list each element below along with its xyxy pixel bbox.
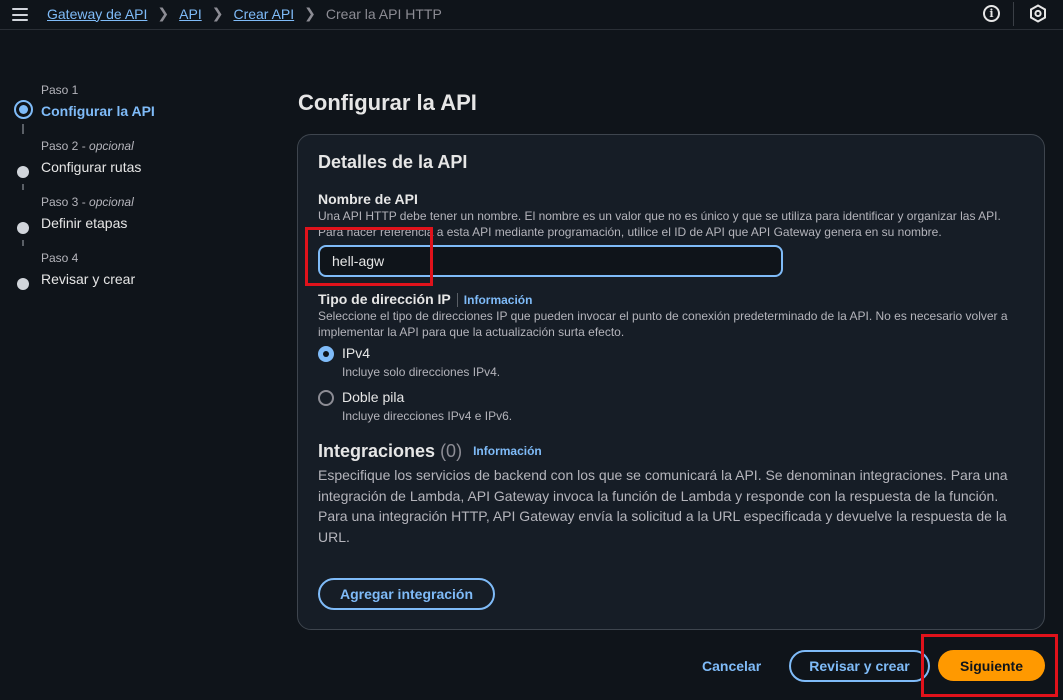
wizard-steps: Paso 1 Configurar la API Paso 2 - opcion… bbox=[14, 80, 264, 304]
next-button[interactable]: Siguiente bbox=[938, 650, 1045, 681]
step-title[interactable]: Revisar y crear bbox=[41, 269, 264, 289]
add-integration-button[interactable]: Agregar integración bbox=[318, 578, 495, 610]
radio-dual-stack[interactable] bbox=[318, 390, 334, 406]
chevron-right-icon: ❯ bbox=[304, 5, 316, 21]
ip-type-label: Tipo de dirección IP Información bbox=[318, 291, 533, 308]
step-1[interactable]: Paso 1 Configurar la API bbox=[14, 80, 264, 136]
radio-dual-stack-description: Incluye direcciones IPv4 e IPv6. bbox=[342, 409, 513, 423]
ip-type-description: Seleccione el tipo de direcciones IP que… bbox=[318, 309, 1008, 339]
api-name-label: Nombre de API bbox=[318, 191, 418, 207]
hamburger-menu-icon[interactable] bbox=[12, 8, 28, 21]
step-number: Paso 2 - opcional bbox=[41, 139, 134, 153]
step-indicator-icon bbox=[17, 278, 29, 290]
breadcrumb-current: Crear la API HTTP bbox=[325, 5, 442, 22]
radio-ipv4[interactable] bbox=[318, 346, 334, 362]
step-number: Paso 4 bbox=[41, 251, 79, 265]
topbar-divider bbox=[1013, 2, 1014, 26]
step-2[interactable]: Paso 2 - opcional Configurar rutas bbox=[14, 136, 264, 192]
radio-ipv4-description: Incluye solo direcciones IPv4. bbox=[342, 365, 501, 379]
integrations-title: Integraciones (0) Información bbox=[318, 441, 542, 462]
step-active-indicator-icon bbox=[14, 100, 33, 119]
step-indicator-icon bbox=[17, 222, 29, 234]
integrations-info-link[interactable]: Información bbox=[473, 444, 542, 458]
step-3[interactable]: Paso 3 - opcional Definir etapas bbox=[14, 192, 264, 248]
page-title: Configurar la API bbox=[298, 90, 477, 115]
chevron-right-icon: ❯ bbox=[157, 5, 170, 21]
integrations-count: (0) bbox=[440, 441, 463, 461]
review-and-create-button[interactable]: Revisar y crear bbox=[789, 650, 930, 682]
info-circle-icon[interactable]: i bbox=[983, 5, 1000, 22]
breadcrumb: Gateway de API ❯ API ❯ Crear API ❯ Crear… bbox=[47, 5, 442, 22]
info-link[interactable]: Información bbox=[464, 293, 533, 307]
chevron-right-icon: ❯ bbox=[211, 5, 224, 21]
integrations-title-text: Integraciones bbox=[318, 441, 436, 461]
step-number: Paso 3 - opcional bbox=[41, 195, 134, 209]
top-bar: Gateway de API ❯ API ❯ Crear API ❯ Crear… bbox=[0, 0, 1063, 30]
api-name-description: Una API HTTP debe tener un nombre. El no… bbox=[318, 209, 1001, 239]
breadcrumb-api-gateway[interactable]: Gateway de API bbox=[47, 6, 147, 22]
label-divider bbox=[456, 293, 458, 308]
ip-type-label-text: Tipo de dirección IP bbox=[318, 291, 451, 307]
api-details-card: Detalles de la API Nombre de API Una API… bbox=[297, 134, 1045, 630]
radio-dual-stack-label: Doble pila bbox=[342, 389, 405, 405]
breadcrumb-api[interactable]: API bbox=[179, 6, 202, 22]
step-title[interactable]: Configurar rutas bbox=[41, 157, 264, 177]
integrations-description: Especifique los servicios de backend con… bbox=[318, 467, 1008, 545]
api-name-input[interactable]: hell-agw bbox=[318, 245, 783, 277]
radio-ipv4-label: IPv4 bbox=[342, 345, 371, 361]
step-number: Paso 1 bbox=[41, 83, 79, 97]
hexagon-settings-icon[interactable] bbox=[1029, 4, 1047, 23]
cancel-button[interactable]: Cancelar bbox=[702, 658, 761, 674]
step-title[interactable]: Definir etapas bbox=[41, 213, 264, 233]
step-title[interactable]: Configurar la API bbox=[41, 101, 264, 121]
breadcrumb-create-api[interactable]: Crear API bbox=[233, 6, 294, 22]
step-indicator-icon bbox=[17, 166, 29, 178]
card-title: Detalles de la API bbox=[318, 152, 468, 172]
step-4[interactable]: Paso 4 Revisar y crear bbox=[14, 248, 264, 304]
